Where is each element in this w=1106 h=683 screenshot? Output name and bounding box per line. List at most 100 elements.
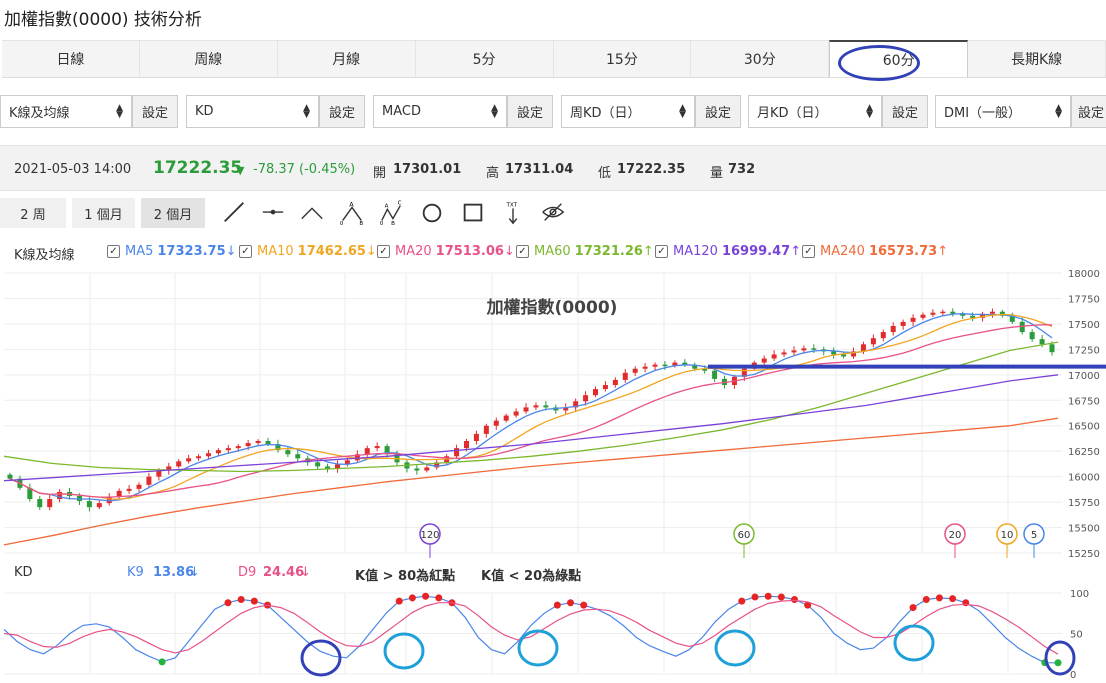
- candle-body: [761, 358, 767, 363]
- kd-note-red: K值 > 80為紅點: [355, 569, 456, 584]
- settings-button-2[interactable]: 設定: [507, 95, 553, 128]
- candle-body: [47, 499, 53, 508]
- checkbox-icon[interactable]: ✓: [655, 245, 668, 258]
- svg-text:TXT: TXT: [506, 203, 518, 209]
- angle-tool-icon[interactable]: [299, 200, 325, 226]
- ma-label: MA20: [395, 244, 432, 259]
- indicator-select-5[interactable]: DMI（一般） ▲ ▼: [935, 95, 1071, 128]
- horizontal-line-tool-icon[interactable]: [260, 200, 286, 226]
- candle-body: [870, 338, 876, 345]
- settings-button-3[interactable]: 設定: [695, 95, 741, 128]
- period-tabs: 日線 周線 月線 5分 15分 30分 60分 長期K線: [2, 40, 1106, 78]
- abcd-pattern-tool-icon[interactable]: A C 0 B: [379, 200, 405, 226]
- candle-body: [712, 370, 718, 379]
- kd-red-dot: [909, 604, 917, 612]
- ma-legend-ma5[interactable]: ✓ MA5 17323.75 ↓: [107, 244, 237, 259]
- candle-body: [106, 497, 112, 504]
- high-label: 高: [486, 166, 500, 181]
- settings-button-5[interactable]: 設定: [1071, 95, 1106, 128]
- y-tick-label: 15750: [1068, 498, 1100, 509]
- ma-trend-arrow: ↓: [365, 244, 377, 259]
- range-toolbar: 2 周1 個月 2 個月 A 0 B A C 0 B TXT: [0, 198, 1106, 228]
- candle-body: [374, 446, 380, 449]
- candle-body: [196, 456, 202, 459]
- candle-body: [7, 474, 13, 479]
- candle-body: [831, 351, 837, 355]
- checkbox-icon[interactable]: ✓: [107, 245, 120, 258]
- checkbox-icon[interactable]: ✓: [239, 245, 252, 258]
- ma-label: MA10: [257, 244, 294, 259]
- kd-red-dot: [935, 594, 943, 602]
- volume-value: 732: [728, 162, 756, 177]
- indicator-select-1[interactable]: KD ▲ ▼: [186, 95, 319, 128]
- indicator-select-label: 月KD（日）: [757, 106, 828, 121]
- annotation-circle: [893, 624, 935, 662]
- kd-y-tick-label: 50: [1070, 630, 1083, 641]
- candle-body: [146, 476, 152, 485]
- rectangle-tool-icon[interactable]: [460, 200, 486, 226]
- tab-2[interactable]: 月線: [278, 41, 416, 77]
- settings-button-0[interactable]: 設定: [132, 95, 178, 128]
- k9-value: 13.86: [153, 565, 195, 580]
- ma-value: 17323.75: [157, 244, 226, 259]
- candle-body: [533, 405, 539, 408]
- candle-body: [483, 425, 489, 434]
- tab-1[interactable]: 周線: [140, 41, 278, 77]
- tab-3[interactable]: 5分: [416, 41, 554, 77]
- ma-legend-ma20[interactable]: ✓ MA20 17513.06 ↓: [377, 244, 515, 259]
- annotation-circle: [300, 639, 342, 677]
- y-tick-label: 16500: [1068, 422, 1100, 433]
- range-button-0[interactable]: 2 周: [0, 198, 66, 228]
- checkbox-icon[interactable]: ✓: [377, 245, 390, 258]
- abc-pattern-tool-icon[interactable]: A 0 B: [339, 200, 365, 227]
- ma-trend-arrow: ↓: [225, 244, 237, 259]
- kd-red-dot: [422, 592, 430, 600]
- indicator-select-3[interactable]: 周KD（日） ▲ ▼: [561, 95, 695, 128]
- candle-body: [513, 411, 519, 416]
- high-value: 17311.04: [505, 162, 574, 177]
- ma-line-ma60: [3, 341, 1059, 473]
- quote-change: -78.37 (-0.45%): [253, 162, 356, 177]
- kd-red-dot: [435, 594, 443, 602]
- candle-body: [215, 450, 221, 454]
- y-tick-label: 15250: [1068, 549, 1100, 560]
- y-tick-label: 16750: [1068, 396, 1100, 407]
- settings-button-4[interactable]: 設定: [882, 95, 928, 128]
- tab-0[interactable]: 日線: [2, 41, 140, 77]
- ma-legend-ma240[interactable]: ✓ MA240 16573.73 ↑: [802, 244, 948, 259]
- settings-button-1[interactable]: 設定: [319, 95, 365, 128]
- tab-5[interactable]: 30分: [691, 41, 830, 77]
- candle-body: [543, 405, 549, 408]
- tab-7[interactable]: 長期K線: [968, 41, 1106, 77]
- candle-body: [186, 458, 192, 462]
- ma-legend-ma10[interactable]: ✓ MA10 17462.65 ↓: [239, 244, 377, 259]
- annotation-circle: [1044, 640, 1076, 676]
- candle-body: [493, 420, 499, 426]
- kd-red-dot: [738, 597, 746, 605]
- text-tool-icon[interactable]: TXT: [500, 200, 526, 226]
- line-tool-icon[interactable]: [221, 200, 247, 226]
- range-button-2[interactable]: 2 個月: [141, 198, 205, 228]
- checkbox-icon[interactable]: ✓: [516, 245, 529, 258]
- range-button-1[interactable]: 1 個月: [72, 198, 135, 228]
- kd-red-dot: [922, 595, 930, 603]
- checkbox-icon[interactable]: ✓: [802, 245, 815, 258]
- ma-legend-ma120[interactable]: ✓ MA120 16999.47 ↑: [655, 244, 801, 259]
- svg-text:0: 0: [340, 221, 344, 226]
- annotation-tab-circle: [838, 45, 920, 81]
- hide-drawings-icon[interactable]: [540, 200, 566, 226]
- ma-line-ma10: [9, 313, 1053, 500]
- candle-body: [771, 354, 777, 359]
- ma-value: 17513.06: [435, 244, 504, 259]
- indicator-select-2[interactable]: MACD ▲ ▼: [373, 95, 507, 128]
- ma-legend-ma60[interactable]: ✓ MA60 17321.26 ↑: [516, 244, 654, 259]
- indicator-select-4[interactable]: 月KD（日） ▲ ▼: [748, 95, 882, 128]
- indicator-select-0[interactable]: K線及均線 ▲ ▼: [0, 95, 132, 128]
- circle-tool-icon[interactable]: [419, 200, 445, 226]
- kd-red-dot: [580, 601, 588, 609]
- kd-red-dot: [553, 601, 561, 609]
- candle-body: [1039, 339, 1045, 345]
- indicator-controls: K線及均線 ▲ ▼ 設定 KD ▲ ▼ 設定 MACD ▲ ▼ 設定 周KD（日） ▲ ▼ 設定 月KD（日） ▲…: [0, 95, 1106, 129]
- tab-4[interactable]: 15分: [554, 41, 692, 77]
- kd-red-dot: [395, 597, 403, 605]
